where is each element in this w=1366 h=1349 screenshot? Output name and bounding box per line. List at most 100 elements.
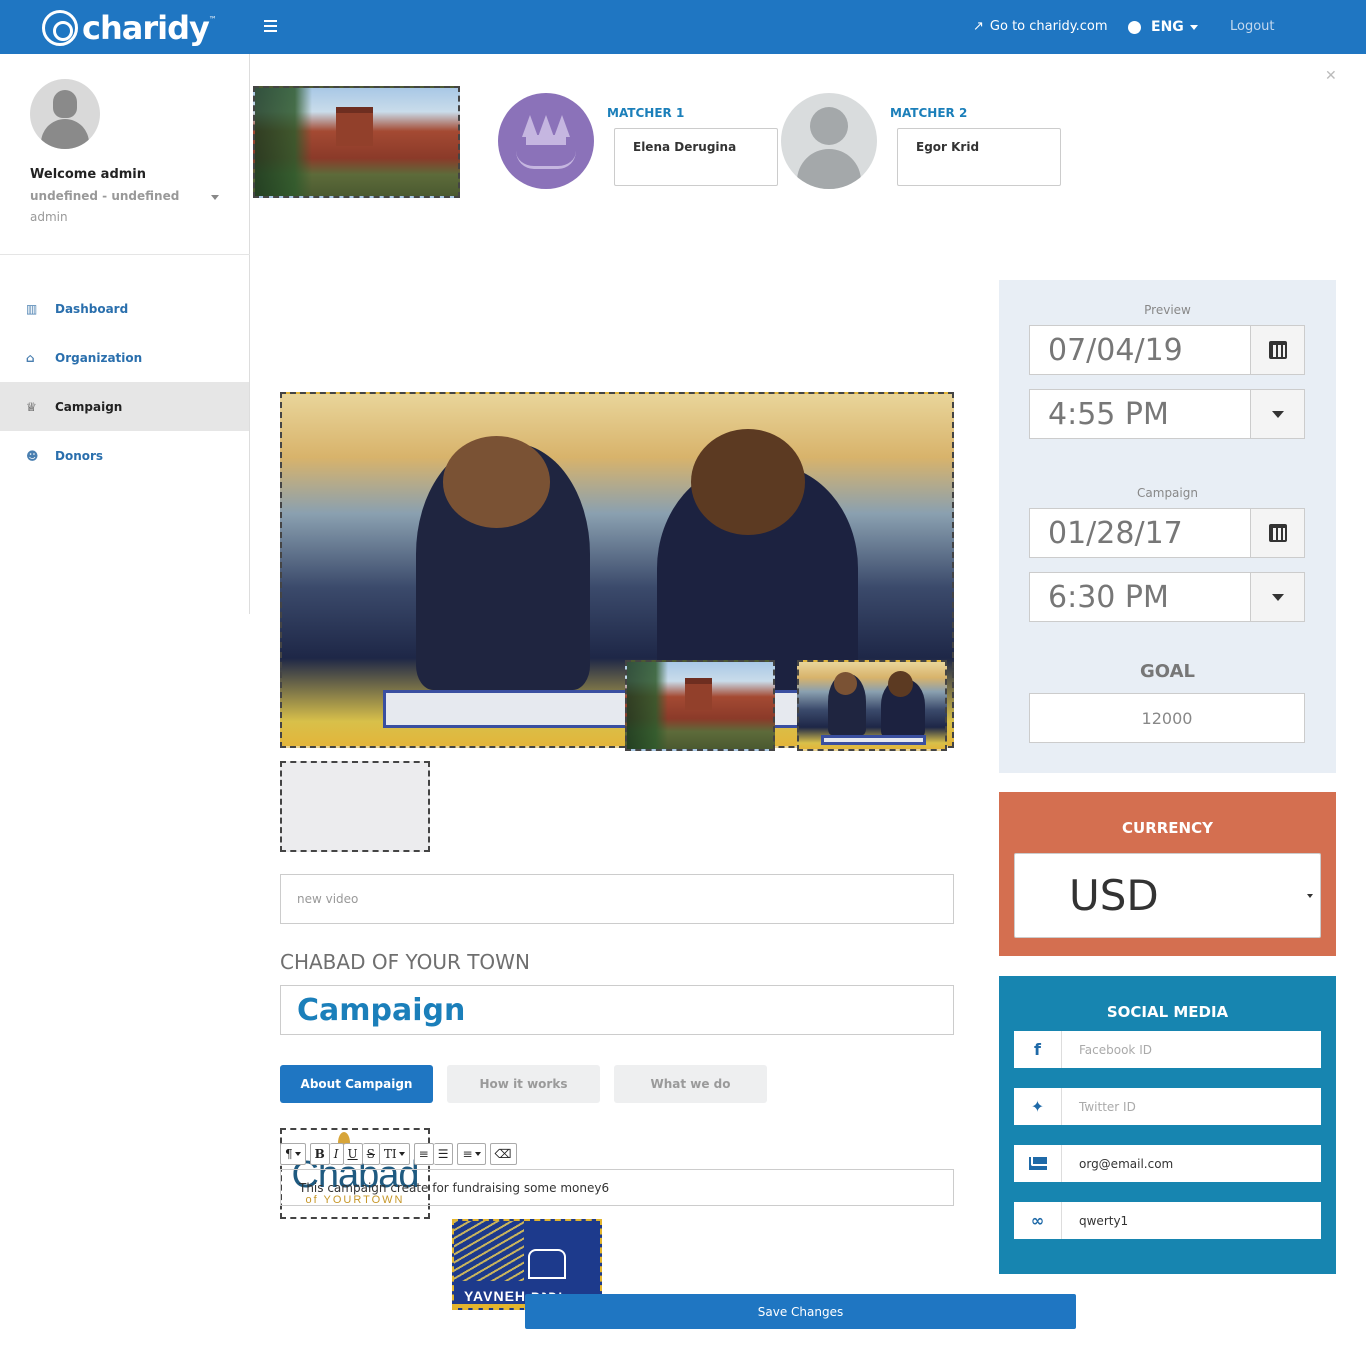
sidebar-item-label: Donors (55, 448, 104, 463)
laurel-icon (516, 151, 576, 169)
save-changes-button[interactable]: Save Changes (525, 1294, 1076, 1329)
matcher-2-avatar[interactable] (781, 93, 877, 189)
currency-panel: CURRENCY USD (999, 792, 1336, 956)
facebook-input[interactable]: Facebook ID (1062, 1031, 1321, 1068)
welcome-text: Welcome admin (30, 167, 147, 182)
sidebar-item-label: Dashboard (55, 301, 129, 316)
matcher-2-name-field[interactable]: Egor Krid (897, 128, 1061, 186)
preview-calendar-button[interactable] (1250, 326, 1304, 374)
hamburger-menu-icon[interactable] (264, 20, 277, 32)
editor-toolbar: ¶ B I U S TI ≡ ☰ ≡ ⌫ (280, 1143, 517, 1165)
campaign-time-dropdown[interactable] (1250, 573, 1304, 621)
preview-time-value[interactable]: 4:55 PM (1030, 390, 1250, 438)
paragraph-style-button[interactable]: ¶ (280, 1143, 306, 1165)
trophy-icon: ♕ (26, 399, 37, 414)
link-input[interactable]: qwerty1 (1062, 1202, 1321, 1239)
users-icon: ☻ (26, 448, 39, 463)
preview-time-dropdown[interactable] (1250, 390, 1304, 438)
social-media-panel: SOCIAL MEDIA f Facebook ID ✦ Twitter ID … (999, 976, 1336, 1274)
organization-name: CHABAD OF YOUR TOWN (280, 950, 530, 974)
ordered-list-icon[interactable]: ≡ (413, 1143, 434, 1165)
crown-icon (522, 115, 570, 149)
campaign-date-value[interactable]: 01/28/17 (1030, 509, 1250, 557)
language-dropdown[interactable]: ENG (1128, 19, 1198, 35)
campaign-calendar-button[interactable] (1250, 509, 1304, 557)
tablets-icon (528, 1249, 566, 1279)
close-icon[interactable]: ✕ (1325, 68, 1337, 84)
sidebar: Welcome admin undefined - undefined admi… (0, 54, 250, 614)
campaign-date-picker[interactable]: 01/28/17 (1029, 508, 1305, 558)
calendar-icon (1268, 341, 1287, 359)
user-name-line[interactable]: undefined - undefined (30, 189, 179, 203)
user-menu-caret-icon[interactable] (211, 195, 219, 200)
align-left-icon: ≡ (462, 1147, 473, 1161)
underline-button[interactable]: U (343, 1143, 363, 1165)
campaign-time-picker[interactable]: 6:30 PM (1029, 572, 1305, 622)
social-media-label: SOCIAL MEDIA (1106, 1003, 1229, 1021)
currency-select[interactable]: USD (1014, 853, 1321, 938)
goto-charidy-link[interactable]: ↗ Go to charidy.com (973, 19, 1108, 34)
italic-button[interactable]: I (329, 1143, 344, 1165)
currency-label: CURRENCY (1122, 819, 1213, 837)
twitter-input[interactable]: Twitter ID (1062, 1088, 1321, 1125)
currency-value: USD (1069, 871, 1159, 920)
campaign-title-input[interactable]: Campaign (280, 985, 954, 1035)
facebook-field: f Facebook ID (1014, 1031, 1321, 1068)
logo-text: charidy (82, 9, 210, 47)
tab-what-we-do[interactable]: What we do (614, 1065, 767, 1103)
bold-button[interactable]: B (309, 1143, 330, 1165)
add-image-slot[interactable] (280, 761, 430, 852)
unordered-list-icon[interactable]: ☰ (433, 1143, 454, 1165)
sidebar-nav: ▥ Dashboard ⌂ Organization ♕ Campaign ☻ … (0, 284, 249, 480)
campaign-date-label: Campaign (1137, 486, 1198, 500)
text-size-icon: TI (383, 1147, 397, 1161)
preview-label: Preview (1144, 303, 1191, 317)
sidebar-item-donors[interactable]: ☻ Donors (0, 431, 249, 480)
link-field: ∞ qwerty1 (1014, 1202, 1321, 1239)
trademark-mark: ™ (208, 15, 217, 24)
email-field: org@email.com (1014, 1145, 1321, 1182)
envelope-icon (1014, 1145, 1062, 1182)
align-button[interactable]: ≡ (457, 1143, 486, 1165)
preview-date-picker[interactable]: 07/04/19 (1029, 325, 1305, 375)
tab-how-it-works[interactable]: How it works (447, 1065, 600, 1103)
globe-icon (1128, 20, 1141, 34)
campaign-time-value[interactable]: 6:30 PM (1030, 573, 1250, 621)
sidebar-item-organization[interactable]: ⌂ Organization (0, 333, 249, 382)
video-input[interactable]: new video (280, 874, 954, 924)
strikethrough-button[interactable]: S (362, 1143, 380, 1165)
thumbnail-classroom[interactable] (797, 660, 947, 751)
charidy-logo[interactable]: charidy ™ (42, 9, 217, 47)
sidebar-item-label: Organization (55, 350, 143, 365)
paragraph-icon: ¶ (285, 1147, 293, 1161)
matcher-1-logo[interactable] (498, 93, 594, 189)
caret-down-icon (1271, 410, 1284, 418)
goal-input[interactable]: 12000 (1029, 693, 1305, 743)
matcher-2-label: MATCHER 2 (890, 106, 968, 120)
chevron-down-icon (1189, 24, 1198, 30)
calendar-icon (1268, 524, 1287, 542)
caret-down-icon (1271, 593, 1284, 601)
matcher-1-label: MATCHER 1 (607, 106, 685, 120)
bank-icon: ⌂ (26, 350, 35, 365)
matcher-1-name-field[interactable]: Elena Derugina (614, 128, 778, 186)
tab-about-campaign[interactable]: About Campaign (280, 1065, 433, 1103)
logout-link[interactable]: Logout (1230, 19, 1275, 34)
eraser-icon[interactable]: ⌫ (489, 1143, 517, 1165)
external-link-icon: ↗ (973, 19, 984, 34)
thumbnail-school[interactable] (625, 660, 775, 751)
goal-label: GOAL (1140, 661, 1195, 682)
sidebar-item-campaign[interactable]: ♕ Campaign (0, 382, 249, 431)
link-icon: ∞ (1014, 1202, 1062, 1239)
sidebar-divider (0, 254, 250, 255)
text-size-button[interactable]: TI (379, 1143, 410, 1165)
charidy-logo-icon (42, 10, 78, 46)
campaign-logo-image[interactable] (253, 86, 460, 198)
top-navbar: charidy ™ ↗ Go to charidy.com ENG Logout (0, 0, 1366, 54)
twitter-icon: ✦ (1014, 1088, 1062, 1125)
email-input[interactable]: org@email.com (1062, 1145, 1321, 1182)
sidebar-item-dashboard[interactable]: ▥ Dashboard (0, 284, 249, 333)
preview-time-picker[interactable]: 4:55 PM (1029, 389, 1305, 439)
preview-date-value[interactable]: 07/04/19 (1030, 326, 1250, 374)
campaign-description-editor[interactable]: This campaign create for fundraising som… (280, 1169, 954, 1206)
